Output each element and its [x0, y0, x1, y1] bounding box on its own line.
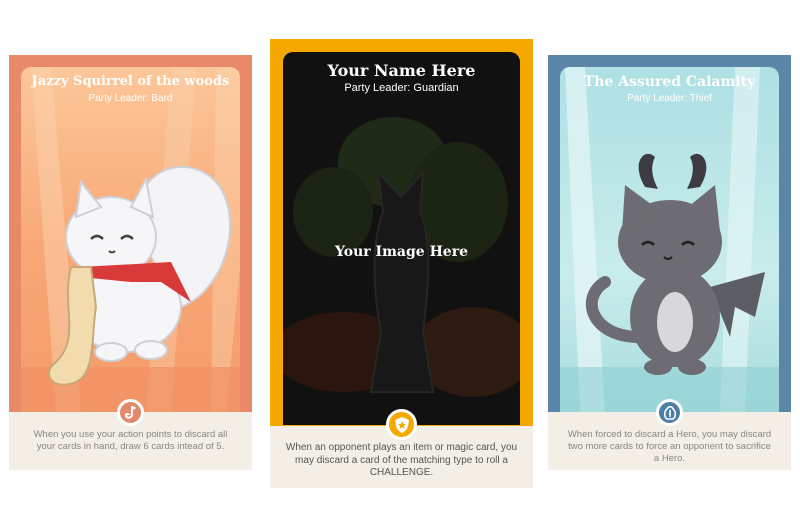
card-art-placeholder — [283, 52, 520, 425]
class-badge — [656, 399, 683, 426]
class-badge — [386, 409, 417, 440]
hero-card-thief[interactable]: The Assured Calamity Party Leader: Thief… — [548, 55, 791, 470]
card-title: Jazzy Squirrel of the woods — [31, 74, 230, 89]
shield-icon — [394, 416, 409, 433]
money-bag-icon — [663, 405, 676, 420]
card-art-squirrel — [21, 67, 240, 412]
saxophone-icon — [124, 405, 135, 419]
card-subtitle: Party Leader: Thief — [627, 93, 712, 104]
card-title: The Assured Calamity — [583, 74, 756, 90]
card-title: Your Name Here — [327, 61, 476, 80]
card-effect-text: When you use your action points to disca… — [33, 429, 228, 452]
card-subtitle: Party Leader: Bard — [88, 93, 173, 104]
card-subtitle: Party Leader: Guardian — [344, 82, 459, 94]
hero-card-guardian[interactable]: Your Name Here Party Leader: Guardian Yo… — [270, 39, 533, 488]
card-effect-text: When forced to discard a Hero, you may d… — [567, 429, 772, 464]
hero-card-bard[interactable]: Jazzy Squirrel of the woods Party Leader… — [9, 55, 252, 470]
image-placeholder-label: Your Image Here — [335, 244, 468, 260]
card-effect-text: When an opponent plays an item or magic … — [285, 442, 518, 478]
card-art-cat — [560, 67, 779, 412]
class-badge — [117, 399, 144, 426]
